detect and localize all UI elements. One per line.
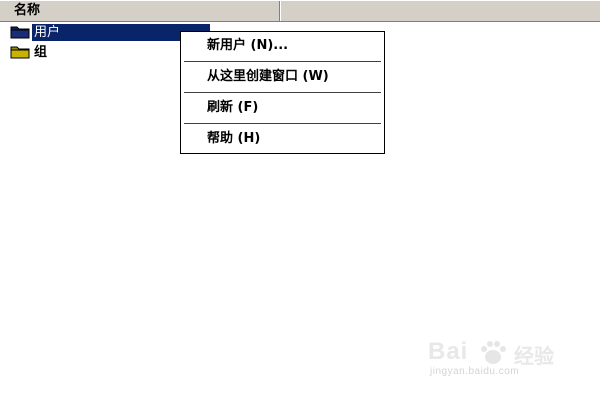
watermark-url: jingyan.baidu.com — [430, 366, 520, 377]
menu-item-new-window-from-here[interactable]: 从这里创建窗口 (W) — [181, 63, 384, 91]
menu-separator — [184, 123, 381, 124]
watermark-suffix: 经验 — [514, 346, 554, 368]
menu-separator — [184, 61, 381, 62]
watermark-logo: Bai — [428, 338, 469, 365]
list-header: 名称 — [0, 0, 600, 22]
menu-item-new-user[interactable]: 新用户 (N)... — [181, 32, 384, 60]
context-menu: 新用户 (N)... 从这里创建窗口 (W) 刷新 (F) 帮助 (H) — [180, 31, 385, 154]
list-item-label: 组 — [34, 44, 48, 60]
folder-icon — [10, 45, 30, 59]
menu-item-help[interactable]: 帮助 (H) — [181, 125, 384, 153]
column-header-empty — [282, 1, 600, 21]
paw-icon — [478, 340, 508, 369]
menu-item-refresh[interactable]: 刷新 (F) — [181, 94, 384, 122]
menu-separator — [184, 92, 381, 93]
folder-icon — [10, 25, 30, 39]
column-header-name[interactable]: 名称 — [0, 1, 280, 21]
watermark: Bai 经验 jingyan.baidu.com — [424, 338, 564, 378]
